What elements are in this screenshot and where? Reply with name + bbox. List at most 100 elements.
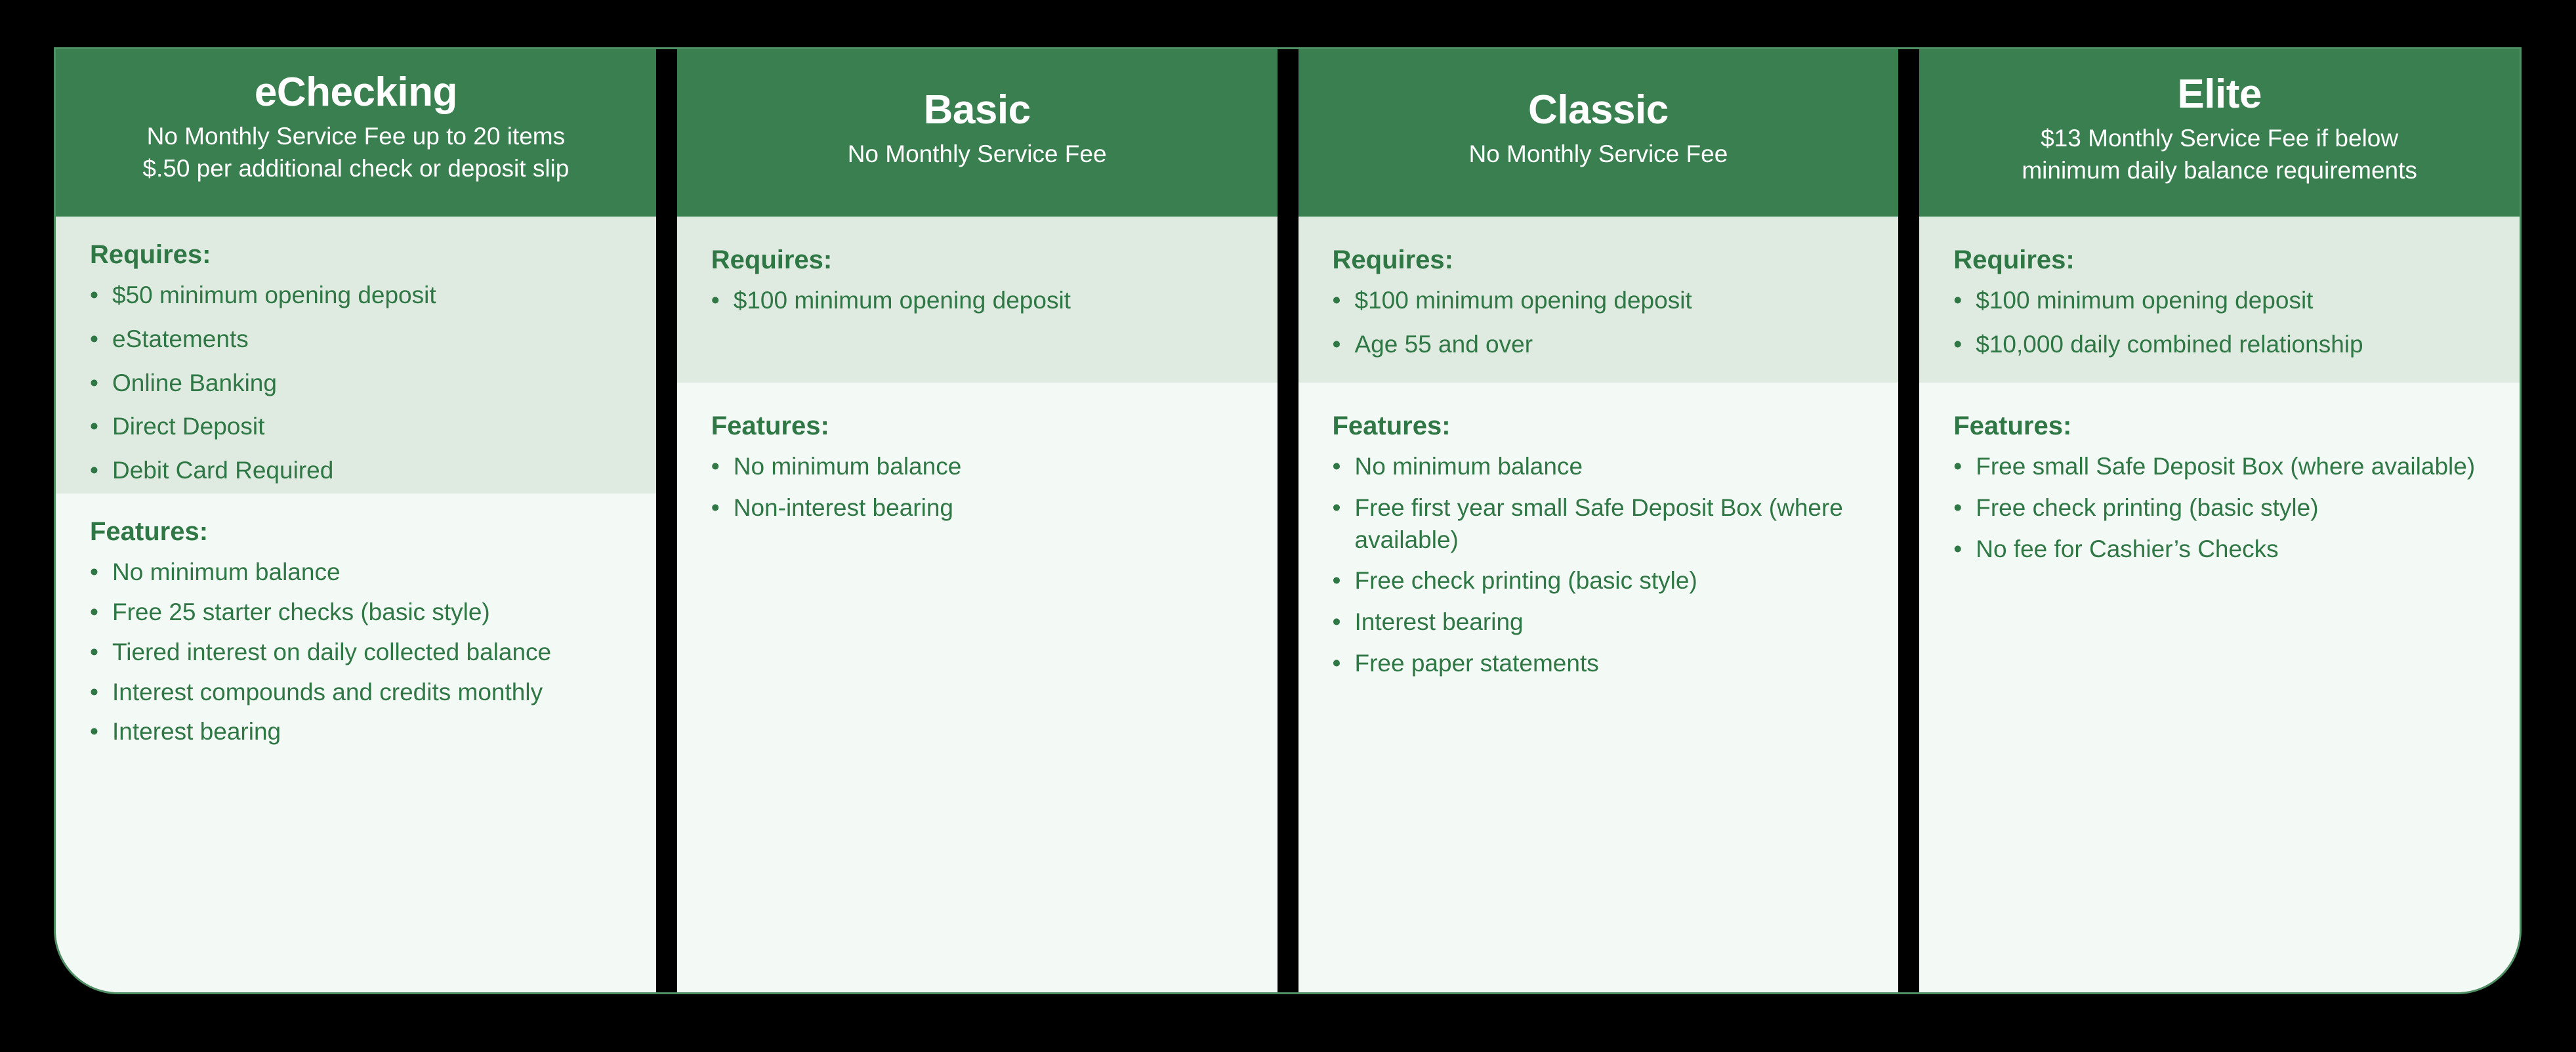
features-item-label: No minimum balance (1354, 453, 1583, 480)
features-list: • Free small Safe Deposit Box (where avai… (1953, 451, 2485, 565)
features-item-label: Interest bearing (1354, 608, 1524, 636)
list-item: • Debit Card Required (90, 455, 622, 487)
plan-subtitle: No Monthly Service Fee (848, 138, 1107, 170)
requires-section: Requires: • $100 minimum opening deposit • A… (1298, 217, 1899, 383)
plan-title: Classic (1528, 87, 1669, 133)
list-item: • $10,000 daily combined relationship (1953, 329, 2485, 361)
list-item: • Interest compounds and credits monthly (90, 677, 622, 709)
plan-subtitle-line: $.50 per additional check or deposit sli… (142, 154, 570, 182)
list-item: • Tiered interest on daily collected bala… (90, 637, 622, 669)
features-item-label: Free small Safe Deposit Box (where avail… (1976, 453, 2476, 480)
plan-column-basic: Basic No Monthly Service Fee Requires: • $10… (676, 49, 1278, 992)
requires-item-label: $100 minimum opening deposit (1976, 287, 2314, 314)
features-heading: Features: (711, 411, 829, 440)
plan-subtitle-line: minimum daily balance requirements (2022, 156, 2417, 184)
list-item: • $50 minimum opening deposit (90, 280, 622, 312)
bullet-icon: • (90, 598, 98, 625)
list-item: • Non-interest bearing (711, 492, 1243, 524)
features-section: Features: • No minimum balance • Free first … (1298, 383, 1899, 992)
requires-heading: Requires: (711, 245, 833, 274)
features-item-label: Non-interest bearing (733, 494, 953, 521)
requires-heading: Requires: (1332, 245, 1454, 274)
plan-subtitle-line: No Monthly Service Fee up to 20 items (146, 123, 566, 150)
bullet-icon: • (1332, 287, 1341, 314)
list-item: • Interest bearing (1333, 606, 1865, 639)
plan-title: eChecking (254, 70, 458, 116)
bullet-icon: • (90, 325, 98, 352)
list-item: • No minimum balance (1333, 451, 1865, 483)
features-heading: Features: (90, 517, 209, 547)
list-item: • No minimum balance (711, 451, 1243, 483)
requires-heading: Requires: (1953, 245, 2075, 274)
bullet-icon: • (90, 678, 98, 705)
requires-item-label: Age 55 and over (1354, 330, 1533, 358)
requires-list: • $100 minimum opening deposit • Age 55 and… (1333, 285, 1865, 361)
plan-title: Basic (923, 87, 1031, 133)
bullet-icon: • (1332, 453, 1341, 480)
list-item: • Interest bearing (90, 716, 622, 748)
requires-list: • $100 minimum opening deposit • $10,000 da… (1953, 285, 2485, 361)
features-item-label: Interest compounds and credits monthly (112, 678, 543, 705)
list-item: • $100 minimum opening deposit (1333, 285, 1865, 317)
features-item-label: No fee for Cashier’s Checks (1976, 535, 2279, 562)
bullet-icon: • (90, 558, 98, 586)
bullet-icon: • (90, 413, 98, 440)
plan-header: Basic No Monthly Service Fee (676, 49, 1278, 217)
plan-column-echecking: eChecking No Monthly Service Fee up to 20… (56, 49, 656, 992)
requires-item-label: $100 minimum opening deposit (733, 287, 1071, 314)
list-item: • Free first year small Safe Deposit Box … (1333, 492, 1865, 557)
features-item-label: Free first year small Safe Deposit Box (… (1354, 494, 1843, 553)
features-list: • No minimum balance • Free first year smal… (1333, 451, 1865, 680)
features-list: • No minimum balance • Non-interest bearing (711, 451, 1243, 524)
plan-column-elite: Elite $13 Monthly Service Fee if below min… (1919, 49, 2520, 992)
list-item: • $100 minimum opening deposit (711, 285, 1243, 317)
bullet-icon: • (90, 457, 98, 484)
features-item-label: Tiered interest on daily collected balan… (112, 638, 552, 665)
features-heading: Features: (1332, 411, 1451, 440)
features-item-label: No minimum balance (112, 558, 341, 586)
bullet-icon: • (1332, 330, 1341, 358)
features-heading: Features: (1953, 411, 2072, 440)
bullet-icon: • (1332, 567, 1341, 595)
list-item: • Free check printing (basic style) (1953, 492, 2485, 524)
requires-item-label: $50 minimum opening deposit (112, 282, 436, 308)
requires-section: Requires: • $50 minimum opening deposit • eS… (56, 217, 656, 494)
list-item: • Online Banking (90, 368, 622, 400)
requires-list: • $100 minimum opening deposit (711, 285, 1243, 317)
requires-item-label: $100 minimum opening deposit (1354, 287, 1692, 314)
bullet-icon: • (711, 453, 720, 480)
features-item-label: Free check printing (basic style) (1354, 567, 1697, 595)
plan-title: Elite (2177, 72, 2262, 117)
list-item: • No minimum balance (90, 557, 622, 589)
list-item: • Direct Deposit (90, 411, 622, 443)
bullet-icon: • (1953, 494, 1963, 521)
bullet-icon: • (90, 718, 98, 746)
requires-section: Requires: • $100 minimum opening deposit (676, 217, 1278, 383)
list-item: • Free small Safe Deposit Box (where avai… (1953, 451, 2485, 483)
list-item: • No fee for Cashier’s Checks (1953, 534, 2485, 566)
plan-subtitle-line: No Monthly Service Fee (847, 140, 1107, 168)
plan-header: Classic No Monthly Service Fee (1298, 49, 1899, 217)
plan-header: eChecking No Monthly Service Fee up to 20… (56, 49, 656, 217)
bullet-icon: • (90, 638, 98, 665)
features-section: Features: • No minimum balance • Free 25 sta… (56, 494, 656, 992)
requires-item-label: Direct Deposit (112, 413, 265, 440)
requires-item-label: Online Banking (112, 369, 277, 396)
bullet-icon: • (1953, 287, 1963, 314)
list-item: • Free check printing (basic style) (1333, 565, 1865, 597)
bullet-icon: • (1953, 330, 1963, 358)
bullet-icon: • (1953, 453, 1963, 480)
bullet-icon: • (90, 282, 98, 308)
requires-list: • $50 minimum opening deposit • eStatements… (90, 280, 622, 487)
bullet-icon: • (90, 369, 98, 396)
plan-column-classic: Classic No Monthly Service Fee Requires: • $… (1298, 49, 1899, 992)
plan-subtitle: No Monthly Service Fee (1468, 138, 1728, 170)
plan-subtitle-line: $13 Monthly Service Fee if below (2041, 125, 2399, 152)
plan-subtitle: No Monthly Service Fee up to 20 items $.5… (142, 121, 569, 184)
list-item: • eStatements (90, 324, 622, 356)
list-item: • Free paper statements (1333, 648, 1865, 680)
features-list: • No minimum balance • Free 25 starter chec… (90, 557, 622, 748)
requires-section: Requires: • $100 minimum opening deposit • $… (1919, 217, 2520, 383)
features-item-label: Free check printing (basic style) (1976, 494, 2319, 521)
requires-item-label: Debit Card Required (112, 457, 334, 484)
